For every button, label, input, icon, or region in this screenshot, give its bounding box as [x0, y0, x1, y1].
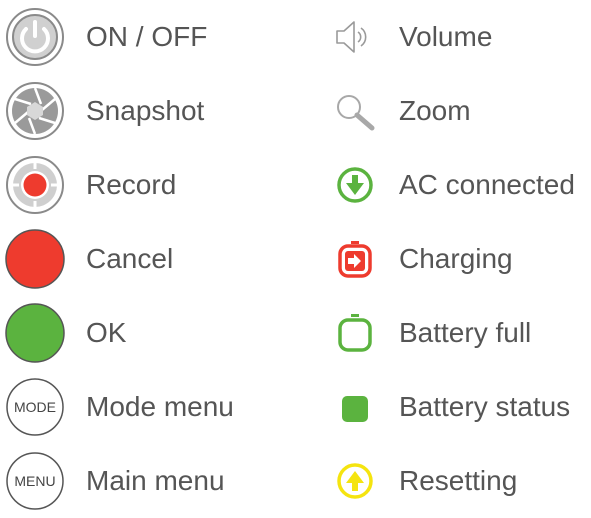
- legend-column-left: ON / OFF Snapshot Record Cancel OK MODE …: [0, 0, 300, 510]
- mode-button-icon: MODE: [4, 376, 66, 438]
- legend-item-resetting: Resetting: [312, 444, 591, 518]
- legend-label-main-menu: Main menu: [86, 465, 225, 496]
- legend-label-battery-status: Battery status: [399, 391, 571, 422]
- legend-label-power: ON / OFF: [86, 21, 208, 52]
- charging-battery-icon: [324, 228, 386, 290]
- legend-item-record: Record: [0, 148, 300, 222]
- ac-connected-icon: [324, 154, 386, 216]
- legend-item-power: ON / OFF: [0, 0, 300, 74]
- legend-item-battery-status: Battery status: [312, 370, 591, 444]
- legend-label-ac-connected: AC connected: [399, 169, 575, 200]
- menu-badge-text: MENU: [14, 473, 55, 489]
- legend-label-cancel: Cancel: [86, 243, 174, 274]
- legend-item-ok: OK: [0, 296, 300, 370]
- legend-item-volume: Volume: [312, 0, 591, 74]
- record-icon: [4, 154, 66, 216]
- legend-label-record: Record: [86, 169, 177, 200]
- ok-icon: [4, 302, 66, 364]
- legend-column-right: Volume Zoom AC connected Charging Batter…: [312, 0, 591, 508]
- resetting-icon: [324, 450, 386, 512]
- legend-label-mode-menu: Mode menu: [86, 391, 234, 422]
- battery-status-icon: [324, 376, 386, 438]
- legend-label-battery-full: Battery full: [399, 317, 532, 348]
- mode-badge-text: MODE: [14, 399, 56, 415]
- legend-label-resetting: Resetting: [399, 465, 518, 496]
- legend-label-zoom: Zoom: [399, 95, 471, 126]
- legend-label-snapshot: Snapshot: [86, 95, 205, 126]
- cancel-icon: [4, 228, 66, 290]
- menu-button-icon: MENU: [4, 450, 66, 512]
- magnifier-icon: [324, 80, 386, 142]
- legend-item-ac-connected: AC connected: [312, 148, 591, 222]
- aperture-icon: [4, 80, 66, 142]
- legend-item-mode-menu: MODE Mode menu: [0, 370, 300, 444]
- legend-item-battery-full: Battery full: [312, 296, 591, 370]
- speaker-icon: [324, 6, 386, 68]
- legend-item-main-menu: MENU Main menu: [0, 444, 300, 518]
- legend-item-cancel: Cancel: [0, 222, 300, 296]
- legend-label-volume: Volume: [399, 21, 493, 52]
- legend-item-zoom: Zoom: [312, 74, 591, 148]
- legend-item-charging: Charging: [312, 222, 591, 296]
- legend-label-ok: OK: [86, 317, 127, 348]
- legend-item-snapshot: Snapshot: [0, 74, 300, 148]
- battery-full-icon: [324, 302, 386, 364]
- legend-label-charging: Charging: [399, 243, 513, 274]
- icon-legend: ON / OFF Snapshot Record Cancel OK MODE …: [0, 0, 591, 510]
- power-icon: [4, 6, 66, 68]
